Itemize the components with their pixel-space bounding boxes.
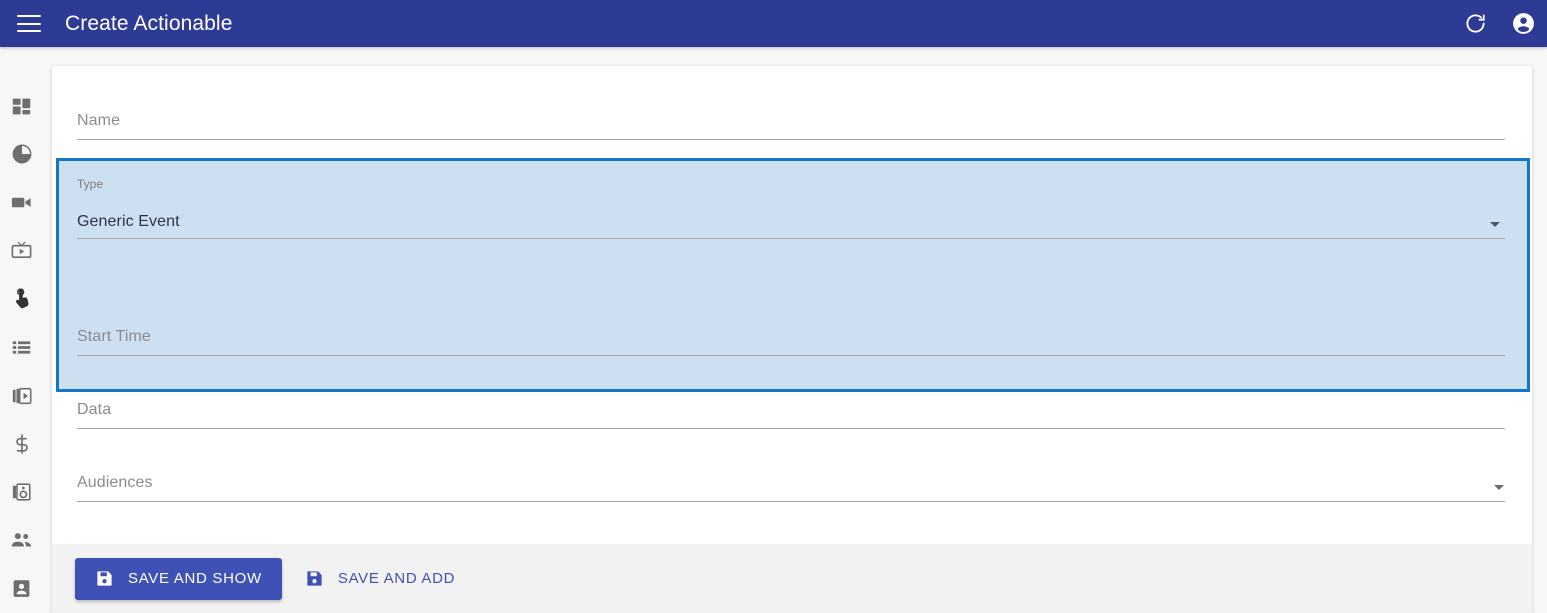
save-and-add-button[interactable]: SAVE AND ADD [291,558,469,600]
save-and-add-label: SAVE AND ADD [337,570,456,587]
start-time-field[interactable]: Start Time [77,308,1532,356]
name-field-underline [77,139,1505,140]
save-and-show-label: SAVE AND SHOW [128,570,262,587]
chevron-down-icon[interactable] [1490,222,1500,227]
pie-chart-icon [11,143,33,165]
name-field-placeholder: Name [77,112,121,129]
name-field[interactable]: Name [77,92,1532,140]
people-group-icon [10,529,33,552]
save-and-show-button[interactable]: SAVE AND SHOW [75,557,282,600]
contact-badge-icon [11,578,32,599]
type-select[interactable]: Type Generic Event [77,177,1528,239]
hamburger-menu-button[interactable] [0,0,58,47]
audiences-select-placeholder: Audiences [77,474,153,491]
dashboard-grid-icon [11,96,32,117]
video-camera-icon [10,191,33,214]
sidebar-item-playlists[interactable] [0,323,43,371]
account-circle-icon [1511,11,1536,36]
sidebar-item-dashboard[interactable] [0,82,43,130]
create-actionable-card: Name Type Generic Event Start Time Data … [52,66,1532,613]
page-title: Create Actionable [65,11,233,35]
sidebar-item-accounts[interactable] [0,565,43,613]
chevron-down-icon[interactable] [1494,485,1504,490]
sidebar-rail [0,47,43,613]
sidebar-item-channels[interactable] [0,227,43,275]
dollar-icon [11,433,33,455]
sidebar-item-actionables[interactable] [0,275,43,323]
sidebar-item-analytics[interactable] [0,130,43,178]
start-time-field-placeholder: Start Time [77,328,151,345]
list-icon [11,337,32,358]
sidebar-item-videos[interactable] [0,179,43,227]
account-button[interactable] [1499,0,1547,47]
sidebar-item-monetization[interactable] [0,420,43,468]
type-select-value: Generic Event [77,213,180,230]
sidebar-item-library[interactable] [0,372,43,420]
refresh-button[interactable] [1451,0,1499,47]
audiences-select-underline [77,501,1505,502]
touch-click-icon [11,288,33,310]
hamburger-menu-icon [17,15,41,32]
audiences-select[interactable]: Audiences [77,454,1532,502]
save-floppy-icon [305,569,324,588]
data-field-placeholder: Data [77,401,112,418]
data-field-underline [77,428,1505,429]
sidebar-item-ads[interactable] [0,468,43,516]
type-select-underline [77,238,1505,239]
actionable-form: Name Type Generic Event Start Time Data … [52,66,1532,575]
speaker-ad-icon [11,481,33,503]
refresh-icon [1464,12,1487,35]
app-bar: Create Actionable [0,0,1547,47]
form-actions-bar: SAVE AND SHOW SAVE AND ADD [52,544,1532,613]
save-floppy-icon [95,569,114,588]
tv-play-icon [10,239,33,262]
data-field[interactable]: Data [77,381,1532,429]
video-library-icon [11,385,33,407]
type-select-label: Type [77,177,104,191]
sidebar-item-audiences[interactable] [0,516,43,564]
start-time-field-underline [77,355,1505,356]
